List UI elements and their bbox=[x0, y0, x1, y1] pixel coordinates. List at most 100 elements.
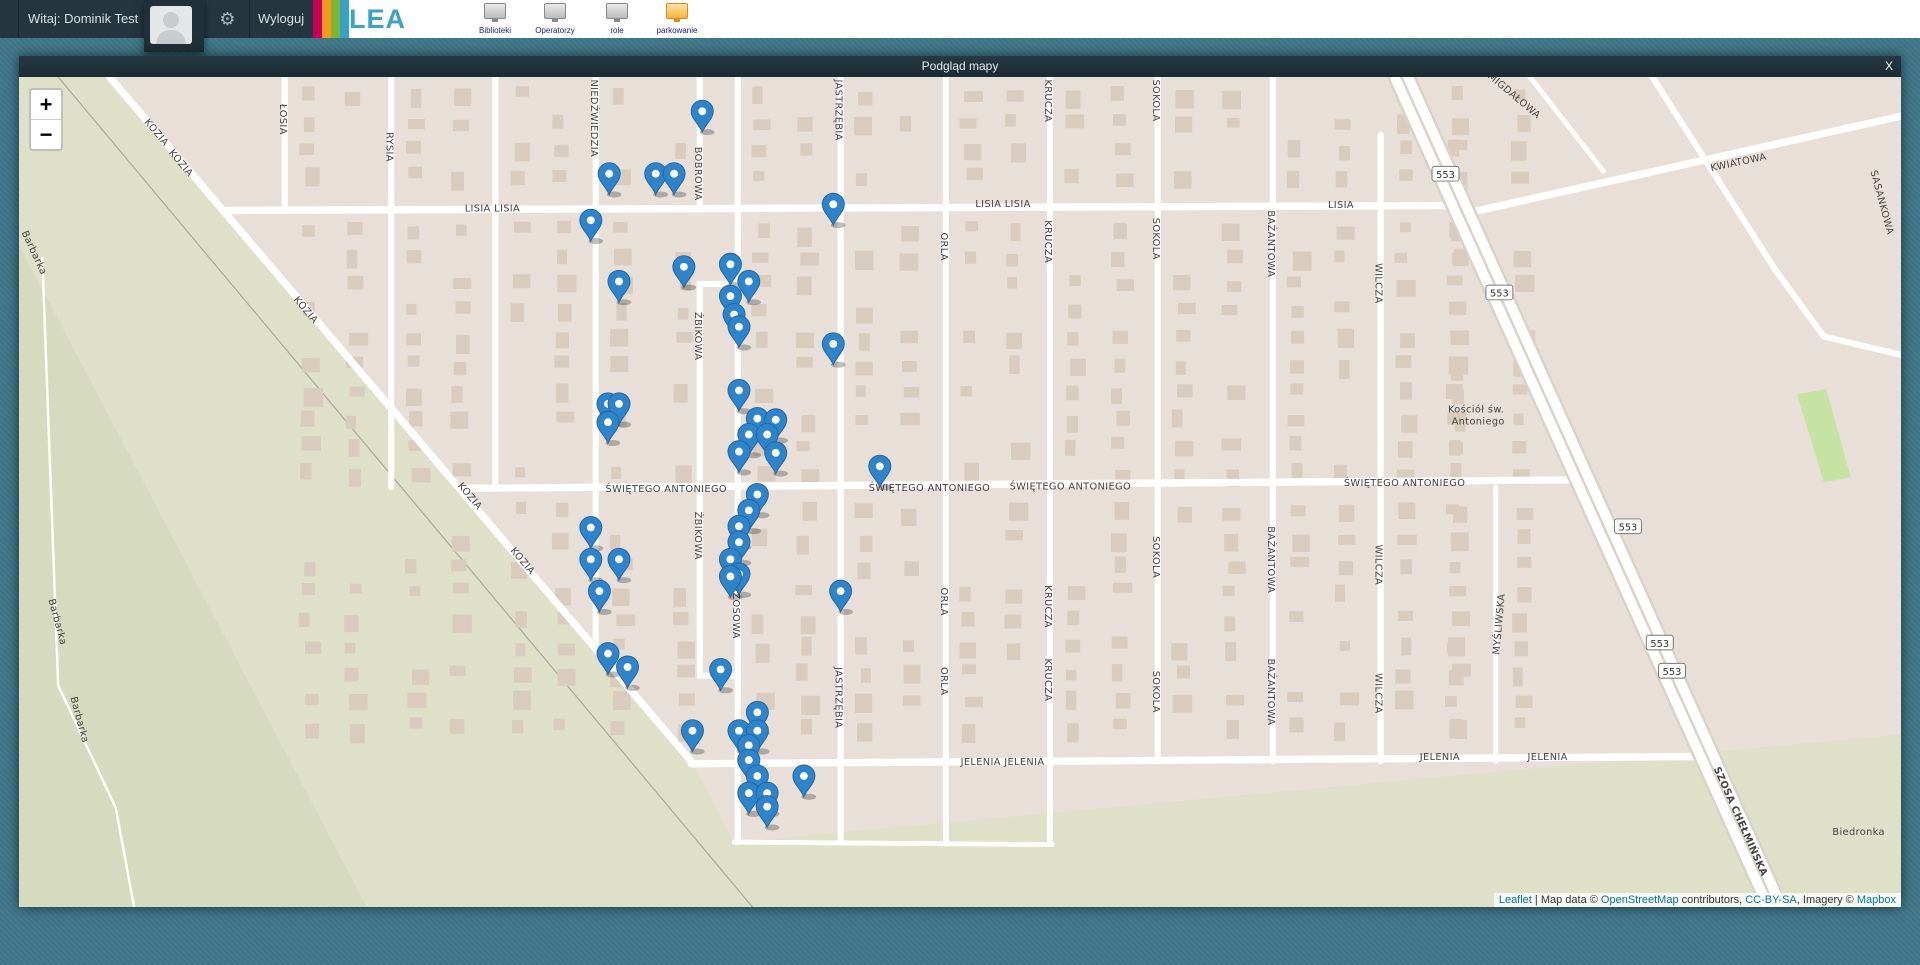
map-marker[interactable] bbox=[607, 270, 632, 306]
building bbox=[751, 145, 767, 158]
building bbox=[1226, 720, 1239, 739]
close-button[interactable]: X bbox=[1885, 56, 1893, 77]
building bbox=[677, 307, 689, 320]
building bbox=[964, 91, 983, 102]
map-marker[interactable] bbox=[662, 162, 687, 198]
route-553-shield: 553 bbox=[1485, 284, 1514, 301]
building bbox=[796, 356, 813, 368]
building bbox=[1006, 643, 1021, 661]
building bbox=[797, 117, 813, 132]
license-link[interactable]: CC-BY-SA bbox=[1745, 894, 1797, 906]
settings-gear-icon[interactable]: ⚙ bbox=[205, 0, 249, 38]
building bbox=[758, 223, 770, 238]
building bbox=[412, 669, 430, 685]
map-marker[interactable] bbox=[792, 764, 817, 800]
building bbox=[1340, 692, 1360, 706]
map-marker[interactable] bbox=[597, 162, 622, 198]
building bbox=[675, 465, 692, 484]
nav-operatorzy[interactable]: Operatorzy bbox=[520, 0, 590, 35]
map[interactable]: KOZIA KOZIA KOZIA KOZIA KOZIA ŁOSIA RYSI… bbox=[19, 77, 1901, 907]
building bbox=[1286, 276, 1302, 288]
zoom-in-button[interactable]: + bbox=[31, 90, 61, 119]
building bbox=[610, 328, 629, 347]
map-marker[interactable] bbox=[596, 410, 621, 447]
building bbox=[1110, 533, 1127, 553]
building bbox=[1394, 690, 1414, 710]
street-label: ORLA bbox=[938, 232, 949, 260]
building bbox=[410, 88, 422, 109]
building bbox=[1510, 141, 1527, 161]
building bbox=[1338, 504, 1355, 523]
building bbox=[1006, 90, 1024, 102]
building bbox=[1228, 561, 1246, 574]
building bbox=[900, 508, 917, 526]
building bbox=[554, 144, 569, 158]
building bbox=[512, 720, 524, 734]
building bbox=[1450, 532, 1469, 545]
mapbox-link[interactable]: Mapbox bbox=[1857, 894, 1896, 906]
building bbox=[1010, 442, 1031, 460]
map-marker[interactable] bbox=[821, 332, 846, 368]
building bbox=[609, 534, 621, 549]
building bbox=[556, 411, 575, 423]
building bbox=[1512, 384, 1528, 395]
building bbox=[451, 535, 470, 552]
building bbox=[298, 612, 310, 627]
building bbox=[900, 330, 918, 344]
building bbox=[551, 532, 569, 550]
building bbox=[1289, 611, 1304, 622]
map-marker[interactable] bbox=[727, 440, 752, 476]
building bbox=[801, 695, 821, 715]
building bbox=[1067, 586, 1086, 601]
map-marker[interactable] bbox=[755, 795, 780, 831]
map-marker[interactable] bbox=[579, 516, 604, 552]
map-marker[interactable] bbox=[690, 99, 715, 136]
map-marker[interactable] bbox=[718, 565, 743, 601]
map-marker[interactable] bbox=[727, 315, 752, 351]
building bbox=[1176, 329, 1191, 342]
building bbox=[409, 717, 423, 729]
building bbox=[1222, 90, 1242, 110]
building bbox=[555, 332, 570, 349]
building bbox=[855, 361, 873, 376]
building bbox=[1066, 416, 1079, 433]
building bbox=[1112, 330, 1128, 344]
map-marker[interactable] bbox=[727, 378, 752, 415]
street-label: ORLA bbox=[938, 587, 949, 615]
building bbox=[1226, 249, 1244, 264]
building bbox=[1444, 696, 1457, 707]
street-label: WILCZA bbox=[1373, 673, 1384, 713]
street-label: SOKOLA bbox=[1150, 218, 1161, 260]
building bbox=[1172, 694, 1193, 713]
map-marker[interactable] bbox=[587, 579, 612, 616]
avatar-button[interactable] bbox=[144, 0, 204, 52]
building bbox=[1224, 534, 1239, 552]
zoom-out-button[interactable]: − bbox=[31, 119, 61, 149]
building bbox=[1400, 333, 1415, 348]
building bbox=[1227, 117, 1240, 128]
street-label: RYSIA bbox=[383, 132, 394, 162]
building bbox=[801, 636, 812, 656]
map-marker[interactable] bbox=[737, 270, 762, 306]
building bbox=[1517, 115, 1531, 132]
map-marker[interactable] bbox=[829, 579, 853, 616]
leaflet-link[interactable]: Leaflet bbox=[1499, 894, 1532, 906]
map-marker[interactable] bbox=[579, 547, 604, 584]
map-marker[interactable] bbox=[579, 208, 604, 245]
building bbox=[1286, 170, 1300, 189]
building bbox=[1289, 435, 1302, 451]
map-marker[interactable] bbox=[672, 255, 697, 291]
building bbox=[552, 170, 567, 183]
logout-link[interactable]: Wyloguj bbox=[249, 0, 312, 38]
osm-link[interactable]: OpenStreetMap bbox=[1601, 894, 1679, 906]
building bbox=[964, 143, 982, 161]
building bbox=[1292, 534, 1310, 552]
map-marker[interactable] bbox=[607, 547, 632, 584]
map-marker[interactable] bbox=[709, 658, 733, 694]
nav-parkowanie[interactable]: parkowanie bbox=[642, 0, 712, 35]
building bbox=[802, 501, 817, 521]
building bbox=[902, 360, 917, 373]
building bbox=[1398, 502, 1416, 520]
building bbox=[1452, 118, 1469, 136]
map-marker[interactable] bbox=[821, 192, 846, 229]
